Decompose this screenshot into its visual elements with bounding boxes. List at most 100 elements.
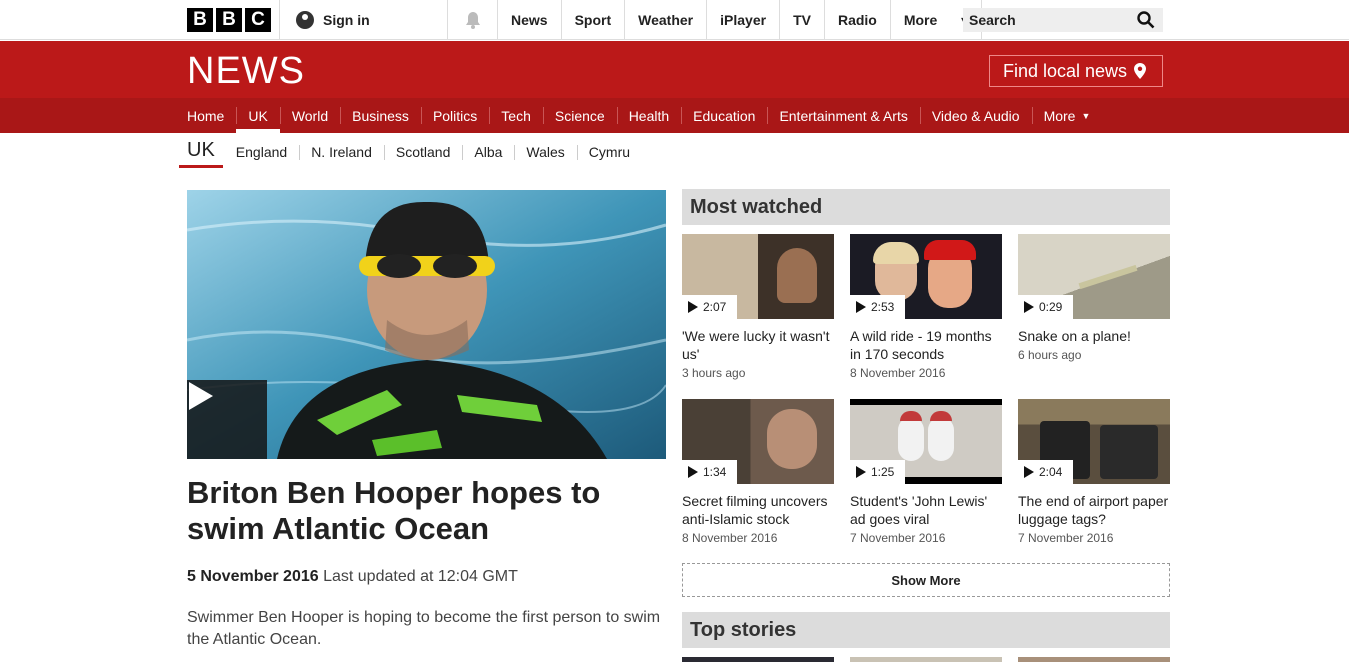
most-watched-item[interactable]: 0:29 Snake on a plane! 6 hours ago <box>1018 234 1170 362</box>
location-pin-icon <box>1134 63 1147 79</box>
article-headline[interactable]: Briton Ben Hooper hopes to swim Atlantic… <box>187 475 666 547</box>
search-icon[interactable] <box>1137 11 1155 29</box>
sub-nav-cymru[interactable]: Cymru <box>576 144 642 160</box>
video-thumbnail[interactable]: 2:53 <box>850 234 1002 319</box>
most-watched-heading: Most watched <box>682 189 1170 225</box>
duration-label: 0:29 <box>1039 300 1063 314</box>
top-story-thumbnail[interactable] <box>682 657 834 662</box>
article-updated: Last updated at 12:04 GMT <box>323 568 518 585</box>
article-date: 5 November 2016 <box>187 568 319 585</box>
top-story-thumbnail[interactable] <box>1018 657 1170 662</box>
search-input[interactable]: Search <box>963 8 1163 32</box>
section-nav: Home UK World Business Politics Tech Sci… <box>0 98 1349 133</box>
video-title[interactable]: Snake on a plane! <box>1018 327 1170 345</box>
video-thumbnail[interactable]: 1:34 <box>682 399 834 484</box>
play-button[interactable] <box>187 380 267 459</box>
section-nav-more-label: More <box>1043 107 1076 124</box>
duration-label: 2:53 <box>871 300 895 314</box>
video-duration: 1:34 <box>682 460 737 484</box>
play-icon <box>189 382 213 410</box>
section-nav-world[interactable]: World <box>279 98 340 133</box>
video-title[interactable]: 'We were lucky it wasn't us' <box>682 327 834 363</box>
news-logo[interactable]: NEWS <box>187 50 305 93</box>
video-thumbnail[interactable]: 0:29 <box>1018 234 1170 319</box>
video-title[interactable]: A wild ride - 19 months in 170 seconds <box>850 327 1002 363</box>
global-nav-more-label: More <box>903 12 938 28</box>
play-icon <box>856 301 866 313</box>
sub-nav-england[interactable]: England <box>223 144 299 160</box>
global-nav-weather[interactable]: Weather <box>624 0 706 40</box>
bbc-global-bar: B B C Sign in News Sport Weather iPlayer… <box>0 0 1349 40</box>
section-nav-video-audio[interactable]: Video & Audio <box>919 98 1032 133</box>
section-nav-education[interactable]: Education <box>681 98 767 133</box>
find-local-news-button[interactable]: Find local news <box>989 55 1163 87</box>
show-more-button[interactable]: Show More <box>682 563 1170 597</box>
section-nav-science[interactable]: Science <box>542 98 617 133</box>
section-nav-business[interactable]: Business <box>340 98 421 133</box>
sub-nav: UK England N. Ireland Scotland Alba Wale… <box>179 135 642 168</box>
video-time: 7 November 2016 <box>1018 531 1114 545</box>
article-dateline: 5 November 2016 Last updated at 12:04 GM… <box>187 568 518 586</box>
video-duration: 0:29 <box>1018 295 1073 319</box>
play-icon <box>688 301 698 313</box>
most-watched-item[interactable]: 1:34 Secret filming uncovers anti-Islami… <box>682 399 834 545</box>
article-summary: Swimmer Ben Hooper is hoping to become t… <box>187 609 661 648</box>
video-duration: 1:25 <box>850 460 905 484</box>
top-stories-heading: Top stories <box>682 612 1170 648</box>
section-nav-home[interactable]: Home <box>175 98 236 133</box>
video-time: 3 hours ago <box>682 366 746 380</box>
sub-nav-alba[interactable]: Alba <box>462 144 514 160</box>
user-icon <box>296 11 314 29</box>
section-nav-uk[interactable]: UK <box>236 98 281 133</box>
bbc-logo-letter: B <box>216 8 242 32</box>
section-nav-more[interactable]: More ▼ <box>1031 98 1103 133</box>
play-icon <box>1024 466 1034 478</box>
bbc-logo-letter: C <box>245 8 271 32</box>
global-nav-iplayer[interactable]: iPlayer <box>706 0 779 40</box>
video-thumbnail[interactable]: 2:07 <box>682 234 834 319</box>
duration-label: 1:25 <box>871 465 895 479</box>
video-duration: 2:07 <box>682 295 737 319</box>
most-watched-item[interactable]: 2:04 The end of airport paper luggage ta… <box>1018 399 1170 545</box>
sign-in-label: Sign in <box>323 12 370 28</box>
video-title[interactable]: Student's 'John Lewis' ad goes viral <box>850 492 1002 528</box>
bbc-logo[interactable]: B B C <box>187 8 271 32</box>
play-icon <box>688 466 698 478</box>
section-nav-health[interactable]: Health <box>616 98 681 133</box>
video-time: 6 hours ago <box>1018 348 1082 362</box>
global-nav: News Sport Weather iPlayer TV Radio More… <box>497 0 983 40</box>
play-icon <box>1024 301 1034 313</box>
top-story-thumbnail[interactable] <box>850 657 1002 662</box>
sub-nav-scotland[interactable]: Scotland <box>383 144 462 160</box>
sub-nav-current-uk[interactable]: UK <box>179 135 223 168</box>
notifications-bell-icon[interactable] <box>447 0 497 40</box>
hero-video-thumbnail[interactable] <box>187 190 666 459</box>
most-watched-item[interactable]: 2:07 'We were lucky it wasn't us' 3 hour… <box>682 234 834 380</box>
duration-label: 2:07 <box>703 300 727 314</box>
duration-label: 2:04 <box>1039 465 1063 479</box>
video-thumbnail[interactable]: 2:04 <box>1018 399 1170 484</box>
most-watched-item[interactable]: 1:25 Student's 'John Lewis' ad goes vira… <box>850 399 1002 545</box>
play-icon <box>856 466 866 478</box>
find-local-news-label: Find local news <box>1003 60 1128 81</box>
video-time: 7 November 2016 <box>850 531 946 545</box>
section-nav-entertainment-arts[interactable]: Entertainment & Arts <box>767 98 919 133</box>
global-nav-radio[interactable]: Radio <box>823 0 890 40</box>
video-time: 8 November 2016 <box>682 531 778 545</box>
sign-in-link[interactable]: Sign in <box>279 0 447 40</box>
video-thumbnail[interactable]: 1:25 <box>850 399 1002 484</box>
caret-down-icon: ▼ <box>1081 110 1091 121</box>
section-nav-tech[interactable]: Tech <box>489 98 543 133</box>
global-nav-sport[interactable]: Sport <box>560 0 625 40</box>
most-watched-item[interactable]: 2:53 A wild ride - 19 months in 170 seco… <box>850 234 1002 380</box>
global-nav-tv[interactable]: TV <box>779 0 824 40</box>
video-title[interactable]: Secret filming uncovers anti-Islamic sto… <box>682 492 834 528</box>
sub-nav-n-ireland[interactable]: N. Ireland <box>299 144 384 160</box>
video-time: 8 November 2016 <box>850 366 946 380</box>
sub-nav-wales[interactable]: Wales <box>514 144 576 160</box>
section-nav-politics[interactable]: Politics <box>420 98 489 133</box>
video-duration: 2:04 <box>1018 460 1073 484</box>
video-title[interactable]: The end of airport paper luggage tags? <box>1018 492 1170 528</box>
search-placeholder: Search <box>969 12 1016 28</box>
global-nav-news[interactable]: News <box>497 0 561 40</box>
